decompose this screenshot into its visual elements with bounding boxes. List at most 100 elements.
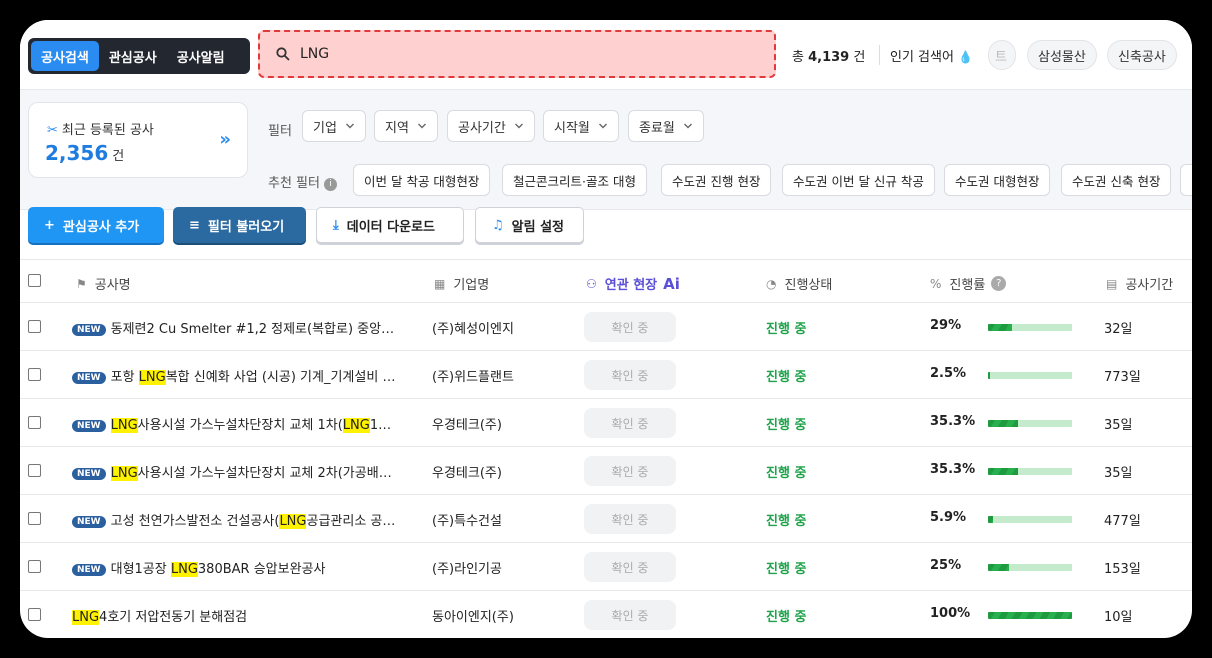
rec-filter-1[interactable]: 철근콘크리트·골조 대형 — [502, 164, 647, 196]
header-status[interactable]: ◔ 진행상태 — [766, 274, 832, 294]
filter-period[interactable]: 공사기간 — [447, 110, 535, 142]
table-row[interactable]: NEW LNG사용시설 가스누설차단장치 교체 2차(가공배관 공사) 우경테크(주… — [20, 447, 1192, 495]
table-row[interactable]: NEW 포항 LNG복합 신예화 사업 (시공) 기계_기계설비 공사 (주)위드플… — [20, 351, 1192, 399]
search-box[interactable] — [258, 30, 776, 78]
table-row[interactable]: NEW 대형1공장 LNG380BAR 승압보완공사 (주)라인기공 확인 중 진행 중… — [20, 543, 1192, 591]
tab-search[interactable]: 공사검색 — [31, 41, 99, 71]
header-rate[interactable]: % 진행률? — [930, 274, 1007, 293]
rec-filter-2[interactable]: 수도권 진행 현장 — [661, 164, 772, 196]
row-company: (주)혜성이엔지 — [432, 322, 514, 337]
progress-bar — [988, 612, 1072, 619]
alarm-settings-button[interactable]: ♫ 알림 설정 — [475, 207, 584, 243]
rec-filter-more[interactable] — [1180, 164, 1192, 196]
select-all-checkbox[interactable] — [28, 274, 41, 287]
filter-start-month[interactable]: 시작월 — [543, 110, 619, 142]
tab-alarm[interactable]: 공사알림 — [167, 41, 235, 71]
plus-icon: + — [44, 217, 55, 233]
row-period: 477일 — [1104, 514, 1141, 529]
progress-fill — [988, 612, 1072, 619]
row-related-site[interactable]: 확인 중 — [584, 600, 676, 630]
progress-fill — [988, 564, 1009, 571]
rec-filter-4[interactable]: 수도권 대형현장 — [944, 164, 1051, 196]
row-related-site[interactable]: 확인 중 — [584, 312, 676, 342]
top-bar: 공사검색 관심공사 공사알림 총 4,139 건 인기 검색어 💧 트 삼성물산… — [20, 20, 1192, 90]
table-row[interactable]: NEW 고성 천연가스발전소 건설공사(LNG공급관리소 공사) (주)특수건설 확인… — [20, 495, 1192, 543]
help-icon[interactable]: ? — [991, 276, 1007, 291]
tools-icon: ✂ — [47, 123, 58, 138]
search-icon — [276, 47, 290, 61]
row-related-site[interactable]: 확인 중 — [584, 360, 676, 390]
filter-company[interactable]: 기업 — [302, 110, 366, 142]
rec-filter-0[interactable]: 이번 달 착공 대형현장 — [353, 164, 491, 196]
rec-filter-3[interactable]: 수도권 이번 달 신규 착공 — [782, 164, 935, 196]
row-period: 773일 — [1104, 370, 1141, 385]
row-rate: 35.3% — [930, 414, 976, 429]
filter-end-month[interactable]: 종료월 — [628, 110, 704, 142]
row-title[interactable]: NEW LNG사용시설 가스누설차단장치 교체 2차(가공배관 공사) — [72, 462, 398, 481]
search-input[interactable] — [300, 46, 740, 62]
status-icon: ◔ — [766, 276, 777, 291]
table-header: ⚑ 공사명 ▦ 기업명 ⚇ 연관 현장 Ai ◔ 진행상태 % 진행률? ▤ 공사기간 — [20, 259, 1192, 303]
header-name[interactable]: ⚑ 공사명 — [76, 274, 131, 294]
row-checkbox[interactable] — [28, 320, 41, 333]
header-related-site[interactable]: ⚇ 연관 현장 Ai — [586, 274, 680, 294]
popular-chip-0[interactable]: 트 — [988, 40, 1016, 70]
row-rate: 5.9% — [930, 510, 967, 525]
load-filter-button[interactable]: ≡ 필터 불러오기 — [173, 207, 306, 243]
row-related-site[interactable]: 확인 중 — [584, 408, 676, 438]
row-title[interactable]: NEW 대형1공장 LNG380BAR 승압보완공사 — [72, 558, 398, 577]
row-title[interactable]: NEW 포항 LNG복합 신예화 사업 (시공) 기계_기계설비 공사 — [72, 366, 398, 385]
row-status: 진행 중 — [766, 610, 807, 625]
title-text: 고성 천연가스발전소 건설공사( — [110, 514, 280, 529]
popular-chip-1[interactable]: 삼성물산 — [1027, 40, 1097, 70]
calendar-icon: ▤ — [1106, 276, 1118, 291]
header-period[interactable]: ▤ 공사기간 — [1106, 274, 1173, 294]
filter-region[interactable]: 지역 — [374, 110, 438, 142]
row-title[interactable]: NEW 고성 천연가스발전소 건설공사(LNG공급관리소 공사) — [72, 510, 398, 529]
total-count: 총 4,139 건 — [792, 50, 866, 65]
row-related-site[interactable]: 확인 중 — [584, 552, 676, 582]
progress-fill — [988, 372, 991, 379]
row-checkbox[interactable] — [28, 464, 41, 477]
popular-chip-2[interactable]: 신축공사 — [1107, 40, 1177, 70]
network-icon: ⚇ — [586, 276, 597, 291]
title-text: 동제련2 Cu Smelter #1,2 정제로(복합로) 중앙 변경 작업 — [110, 322, 398, 337]
tab-interest[interactable]: 관심공사 — [99, 41, 167, 71]
new-badge: NEW — [72, 420, 106, 432]
row-title[interactable]: NEW 동제련2 Cu Smelter #1,2 정제로(복합로) 중앙 변경 작… — [72, 318, 398, 337]
add-interest-button[interactable]: + 관심공사 추가 — [28, 207, 164, 243]
row-status: 진행 중 — [766, 466, 807, 481]
progress-bar — [988, 468, 1072, 475]
info-icon[interactable]: i — [323, 178, 337, 191]
row-title[interactable]: LNG4호기 저압전동기 분해점검 — [72, 606, 398, 625]
download-button[interactable]: ⤓ 데이터 다운로드 — [316, 207, 464, 243]
double-chevron-right-icon[interactable]: » — [219, 129, 231, 150]
row-checkbox[interactable] — [28, 512, 41, 525]
row-rate: 100% — [930, 606, 971, 621]
row-rate: 35.3% — [930, 462, 976, 477]
table-row[interactable]: NEWLNG사용시설 가스누설차단장치 교체 1차(LNG1차 공사)우경테크(… — [20, 399, 1192, 447]
row-company: (주)특수건설 — [432, 514, 502, 529]
search-highlight: LNG — [279, 514, 307, 529]
row-checkbox[interactable] — [28, 608, 41, 621]
search-highlight: LNG — [138, 370, 166, 385]
row-related-site[interactable]: 확인 중 — [584, 504, 676, 534]
recent-projects-card[interactable]: ✂ 최근 등록된 공사 2,356 건 » — [28, 102, 248, 178]
table-row[interactable]: LNG4호기 저압전동기 분해점검 동아이엔지(주) 확인 중 진행 중 100% 10일 — [20, 591, 1192, 638]
row-related-site[interactable]: 확인 중 — [584, 456, 676, 486]
row-checkbox[interactable] — [28, 368, 41, 381]
rec-filter-5[interactable]: 수도권 신축 현장 — [1061, 164, 1172, 196]
row-checkbox[interactable] — [28, 560, 41, 573]
new-badge: NEW — [72, 516, 106, 528]
table-row[interactable]: NEW 동제련2 Cu Smelter #1,2 정제로(복합로) 중앙 변경 작… — [20, 303, 1192, 351]
title-text: 1차 공사) — [369, 418, 398, 433]
row-checkbox[interactable] — [28, 416, 41, 429]
recent-count: 2,356 건 — [45, 141, 125, 165]
row-status: 진행 중 — [766, 562, 807, 577]
recent-title: ✂ 최근 등록된 공사 — [47, 123, 154, 138]
header-company[interactable]: ▦ 기업명 — [434, 274, 489, 294]
row-title[interactable]: NEWLNG사용시설 가스누설차단장치 교체 1차(LNG1차 공사) — [72, 414, 398, 433]
title-text: 4호기 저압전동기 분해점검 — [99, 610, 248, 625]
title-text: 대형1공장 — [110, 562, 171, 577]
search-highlight: LNG — [110, 466, 138, 481]
